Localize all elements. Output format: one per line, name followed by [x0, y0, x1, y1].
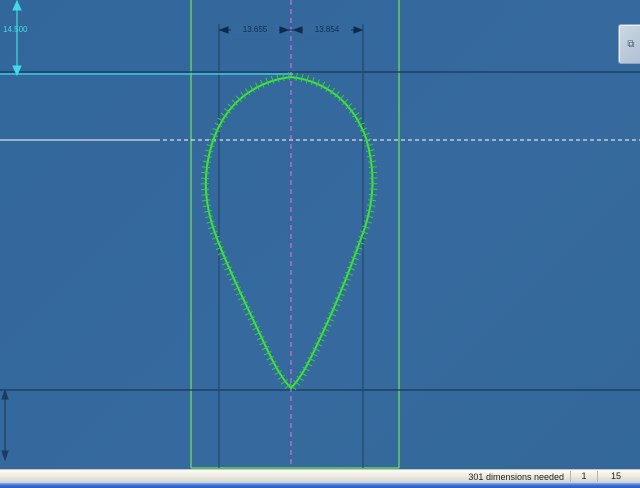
width-dim-arrow-midleft	[280, 27, 288, 33]
status-message: 301 dimensions needed	[468, 472, 564, 482]
taskbar-strip[interactable]	[0, 482, 640, 488]
width-dimension-right-value[interactable]: 13.854	[303, 25, 351, 34]
spline-curve[interactable]	[206, 77, 373, 388]
partial-dim-arrow-top	[2, 390, 8, 399]
status-bar: 301 dimensions needed 1 15	[0, 469, 640, 483]
partial-dim-arrow-bottom	[2, 451, 8, 460]
width-dim-arrow-right	[354, 27, 362, 33]
partial-dimension-bottom-left[interactable]	[2, 390, 8, 460]
width-dim-arrow-left	[220, 27, 228, 33]
width-dim-arrow-midright	[294, 27, 302, 33]
collapsed-toolbar-button[interactable]: ⧉	[618, 24, 640, 64]
height-dim-arrow-top	[13, 1, 21, 10]
height-dimension-value[interactable]: 14.500	[3, 25, 27, 34]
height-dimension[interactable]	[0, 1, 293, 75]
spline-tick-marks	[201, 72, 378, 390]
status-counter-primary: 1	[570, 471, 597, 482]
status-counter-secondary: 15	[597, 471, 634, 482]
sketch-canvas[interactable]	[0, 0, 640, 470]
sketch-viewport[interactable]: 14.500 13.655 13.854 ⧉	[0, 0, 640, 470]
width-dimension-left-value[interactable]: 13.655	[231, 25, 279, 34]
toolbar-dock-icon: ⧉	[627, 39, 634, 50]
